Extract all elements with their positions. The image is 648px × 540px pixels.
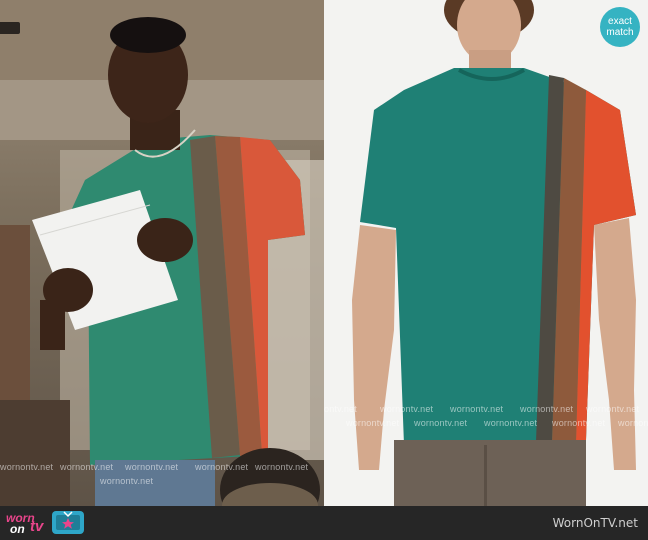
- product-tshirt-illustration: [352, 0, 636, 506]
- watermark-text: wornontv.net: [450, 404, 504, 414]
- site-url-text[interactable]: WornOnTV.net: [553, 516, 638, 530]
- logo-on-text: on: [10, 522, 25, 536]
- watermark-text: wornontv.net: [380, 404, 434, 414]
- tv-still-photo: wornontv.net wornontv.net wornontv.net w…: [0, 0, 324, 506]
- watermark-text: wornontv.net: [414, 418, 468, 428]
- product-photo: exact match ontv.net wornontv.net wornon…: [324, 0, 648, 506]
- tv-still-illustration: [0, 0, 324, 506]
- watermark-text: wornontv.net: [520, 404, 574, 414]
- footer-bar: worn on tv WornOnTV.net: [0, 506, 648, 540]
- watermark-text: wornontv.net: [346, 418, 400, 428]
- watermark-text: wornontv.net: [100, 476, 154, 486]
- tv-icon: [52, 511, 84, 534]
- watermark-text: wornontv.net: [195, 462, 249, 472]
- watermark-text: wornontv.net: [618, 418, 648, 428]
- watermark-text: ontv.net: [324, 404, 357, 414]
- watermark-text: wornontv.net: [125, 462, 179, 472]
- watermark-text: wornontv.net: [60, 462, 114, 472]
- badge-line-1: exact: [608, 16, 632, 27]
- watermark-text: wornontv.net: [586, 404, 640, 414]
- exact-match-badge: exact match: [600, 7, 640, 47]
- watermark-text: wornontv.net: [484, 418, 538, 428]
- corner-marker-icon: [0, 22, 20, 34]
- badge-line-2: match: [606, 27, 634, 38]
- watermark-text: wornontv.net: [0, 462, 54, 472]
- logo-tv-text: tv: [30, 518, 44, 535]
- watermark-text: wornontv.net: [255, 462, 309, 472]
- watermark-text: wornontv.net: [552, 418, 606, 428]
